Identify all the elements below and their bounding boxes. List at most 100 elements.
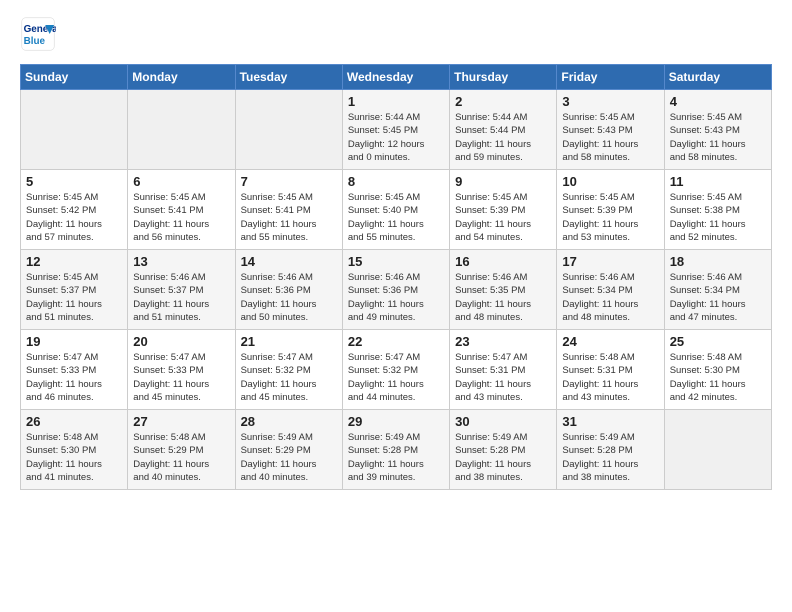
day-info: Sunrise: 5:46 AM Sunset: 5:36 PM Dayligh… bbox=[348, 271, 444, 324]
day-number: 11 bbox=[670, 174, 766, 189]
day-number: 16 bbox=[455, 254, 551, 269]
day-number: 20 bbox=[133, 334, 229, 349]
calendar-cell: 6 Sunrise: 5:45 AM Sunset: 5:41 PM Daylig… bbox=[128, 170, 235, 250]
day-number: 24 bbox=[562, 334, 658, 349]
calendar-cell: 13 Sunrise: 5:46 AM Sunset: 5:37 PM Dayli… bbox=[128, 250, 235, 330]
day-info: Sunrise: 5:46 AM Sunset: 5:37 PM Dayligh… bbox=[133, 271, 229, 324]
calendar-cell: 12 Sunrise: 5:45 AM Sunset: 5:37 PM Dayli… bbox=[21, 250, 128, 330]
day-info: Sunrise: 5:44 AM Sunset: 5:45 PM Dayligh… bbox=[348, 111, 444, 164]
calendar-cell bbox=[664, 410, 771, 490]
day-number: 6 bbox=[133, 174, 229, 189]
calendar-cell: 19Sunrise: 5:47 AM Sunset: 5:33 PM Dayli… bbox=[21, 330, 128, 410]
calendar-cell: 5 Sunrise: 5:45 AM Sunset: 5:42 PM Daylig… bbox=[21, 170, 128, 250]
day-of-week-header: Tuesday bbox=[235, 65, 342, 90]
calendar-week-row: 19Sunrise: 5:47 AM Sunset: 5:33 PM Dayli… bbox=[21, 330, 772, 410]
day-info: Sunrise: 5:47 AM Sunset: 5:31 PM Dayligh… bbox=[455, 351, 551, 404]
day-info: Sunrise: 5:44 AM Sunset: 5:44 PM Dayligh… bbox=[455, 111, 551, 164]
calendar-header-row: SundayMondayTuesdayWednesdayThursdayFrid… bbox=[21, 65, 772, 90]
day-info: Sunrise: 5:45 AM Sunset: 5:37 PM Dayligh… bbox=[26, 271, 122, 324]
calendar-cell bbox=[128, 90, 235, 170]
day-number: 31 bbox=[562, 414, 658, 429]
day-number: 9 bbox=[455, 174, 551, 189]
calendar-cell bbox=[21, 90, 128, 170]
day-info: Sunrise: 5:48 AM Sunset: 5:29 PM Dayligh… bbox=[133, 431, 229, 484]
day-info: Sunrise: 5:45 AM Sunset: 5:41 PM Dayligh… bbox=[241, 191, 337, 244]
calendar-cell: 14 Sunrise: 5:46 AM Sunset: 5:36 PM Dayli… bbox=[235, 250, 342, 330]
calendar-cell: 10Sunrise: 5:45 AM Sunset: 5:39 PM Dayli… bbox=[557, 170, 664, 250]
day-number: 13 bbox=[133, 254, 229, 269]
calendar-week-row: 12 Sunrise: 5:45 AM Sunset: 5:37 PM Dayli… bbox=[21, 250, 772, 330]
day-info: Sunrise: 5:49 AM Sunset: 5:28 PM Dayligh… bbox=[455, 431, 551, 484]
day-info: Sunrise: 5:45 AM Sunset: 5:39 PM Dayligh… bbox=[455, 191, 551, 244]
day-info: Sunrise: 5:49 AM Sunset: 5:28 PM Dayligh… bbox=[562, 431, 658, 484]
day-number: 25 bbox=[670, 334, 766, 349]
day-number: 22 bbox=[348, 334, 444, 349]
calendar-cell: 18 Sunrise: 5:46 AM Sunset: 5:34 PM Dayli… bbox=[664, 250, 771, 330]
calendar-week-row: 5 Sunrise: 5:45 AM Sunset: 5:42 PM Daylig… bbox=[21, 170, 772, 250]
day-of-week-header: Sunday bbox=[21, 65, 128, 90]
day-number: 5 bbox=[26, 174, 122, 189]
day-info: Sunrise: 5:47 AM Sunset: 5:33 PM Dayligh… bbox=[133, 351, 229, 404]
day-info: Sunrise: 5:45 AM Sunset: 5:39 PM Dayligh… bbox=[562, 191, 658, 244]
day-info: Sunrise: 5:45 AM Sunset: 5:41 PM Dayligh… bbox=[133, 191, 229, 244]
day-info: Sunrise: 5:45 AM Sunset: 5:43 PM Dayligh… bbox=[670, 111, 766, 164]
day-number: 4 bbox=[670, 94, 766, 109]
calendar-cell: 31 Sunrise: 5:49 AM Sunset: 5:28 PM Dayli… bbox=[557, 410, 664, 490]
day-info: Sunrise: 5:46 AM Sunset: 5:34 PM Dayligh… bbox=[670, 271, 766, 324]
calendar-cell: 1 Sunrise: 5:44 AM Sunset: 5:45 PM Daylig… bbox=[342, 90, 449, 170]
day-of-week-header: Saturday bbox=[664, 65, 771, 90]
calendar-cell: 17Sunrise: 5:46 AM Sunset: 5:34 PM Dayli… bbox=[557, 250, 664, 330]
day-info: Sunrise: 5:46 AM Sunset: 5:35 PM Dayligh… bbox=[455, 271, 551, 324]
calendar-cell: 24 Sunrise: 5:48 AM Sunset: 5:31 PM Dayli… bbox=[557, 330, 664, 410]
day-of-week-header: Friday bbox=[557, 65, 664, 90]
day-info: Sunrise: 5:47 AM Sunset: 5:32 PM Dayligh… bbox=[241, 351, 337, 404]
day-number: 3 bbox=[562, 94, 658, 109]
day-number: 27 bbox=[133, 414, 229, 429]
day-number: 18 bbox=[670, 254, 766, 269]
logo: General Blue bbox=[20, 16, 56, 52]
calendar-cell: 26 Sunrise: 5:48 AM Sunset: 5:30 PM Dayli… bbox=[21, 410, 128, 490]
page-container: General Blue SundayMondayTuesdayWednesda… bbox=[0, 0, 792, 500]
calendar-cell: 8Sunrise: 5:45 AM Sunset: 5:40 PM Daylig… bbox=[342, 170, 449, 250]
calendar-week-row: 1 Sunrise: 5:44 AM Sunset: 5:45 PM Daylig… bbox=[21, 90, 772, 170]
calendar-table: SundayMondayTuesdayWednesdayThursdayFrid… bbox=[20, 64, 772, 490]
calendar-cell bbox=[235, 90, 342, 170]
day-info: Sunrise: 5:49 AM Sunset: 5:28 PM Dayligh… bbox=[348, 431, 444, 484]
day-info: Sunrise: 5:45 AM Sunset: 5:42 PM Dayligh… bbox=[26, 191, 122, 244]
day-number: 21 bbox=[241, 334, 337, 349]
calendar-cell: 22 Sunrise: 5:47 AM Sunset: 5:32 PM Dayli… bbox=[342, 330, 449, 410]
calendar-cell: 4 Sunrise: 5:45 AM Sunset: 5:43 PM Daylig… bbox=[664, 90, 771, 170]
day-of-week-header: Thursday bbox=[450, 65, 557, 90]
calendar-cell: 20 Sunrise: 5:47 AM Sunset: 5:33 PM Dayli… bbox=[128, 330, 235, 410]
day-number: 15 bbox=[348, 254, 444, 269]
day-info: Sunrise: 5:48 AM Sunset: 5:30 PM Dayligh… bbox=[26, 431, 122, 484]
day-info: Sunrise: 5:47 AM Sunset: 5:32 PM Dayligh… bbox=[348, 351, 444, 404]
day-number: 7 bbox=[241, 174, 337, 189]
calendar-cell: 2 Sunrise: 5:44 AM Sunset: 5:44 PM Daylig… bbox=[450, 90, 557, 170]
calendar-cell: 21 Sunrise: 5:47 AM Sunset: 5:32 PM Dayli… bbox=[235, 330, 342, 410]
calendar-cell: 25 Sunrise: 5:48 AM Sunset: 5:30 PM Dayli… bbox=[664, 330, 771, 410]
calendar-cell: 29 Sunrise: 5:49 AM Sunset: 5:28 PM Dayli… bbox=[342, 410, 449, 490]
day-number: 2 bbox=[455, 94, 551, 109]
day-number: 23 bbox=[455, 334, 551, 349]
day-info: Sunrise: 5:47 AM Sunset: 5:33 PM Dayligh… bbox=[26, 351, 122, 404]
day-number: 12 bbox=[26, 254, 122, 269]
day-number: 14 bbox=[241, 254, 337, 269]
calendar-cell: 23 Sunrise: 5:47 AM Sunset: 5:31 PM Dayli… bbox=[450, 330, 557, 410]
day-number: 26 bbox=[26, 414, 122, 429]
day-of-week-header: Wednesday bbox=[342, 65, 449, 90]
header: General Blue bbox=[20, 16, 772, 52]
day-number: 29 bbox=[348, 414, 444, 429]
day-info: Sunrise: 5:48 AM Sunset: 5:30 PM Dayligh… bbox=[670, 351, 766, 404]
calendar-cell: 9 Sunrise: 5:45 AM Sunset: 5:39 PM Daylig… bbox=[450, 170, 557, 250]
day-number: 17 bbox=[562, 254, 658, 269]
calendar-cell: 16 Sunrise: 5:46 AM Sunset: 5:35 PM Dayli… bbox=[450, 250, 557, 330]
calendar-week-row: 26 Sunrise: 5:48 AM Sunset: 5:30 PM Dayli… bbox=[21, 410, 772, 490]
calendar-cell: 3Sunrise: 5:45 AM Sunset: 5:43 PM Daylig… bbox=[557, 90, 664, 170]
svg-text:Blue: Blue bbox=[24, 36, 46, 47]
day-number: 1 bbox=[348, 94, 444, 109]
calendar-cell: 15 Sunrise: 5:46 AM Sunset: 5:36 PM Dayli… bbox=[342, 250, 449, 330]
day-info: Sunrise: 5:48 AM Sunset: 5:31 PM Dayligh… bbox=[562, 351, 658, 404]
day-number: 8 bbox=[348, 174, 444, 189]
day-info: Sunrise: 5:46 AM Sunset: 5:36 PM Dayligh… bbox=[241, 271, 337, 324]
